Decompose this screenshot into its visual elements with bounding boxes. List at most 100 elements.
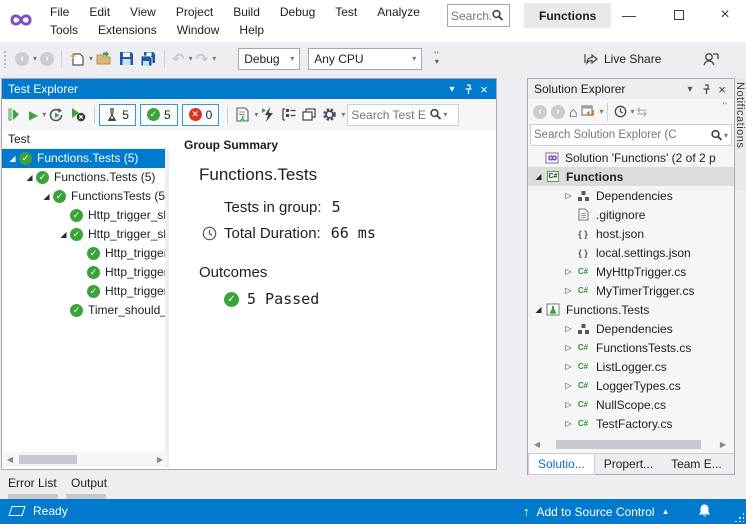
test-tree-row[interactable]: ✓Http_trigger_should_return_string [2, 282, 165, 301]
group-by-button[interactable] [279, 104, 298, 126]
test-tree-row[interactable]: ✓Http_trigger_should_return_string [2, 263, 165, 282]
solution-tree-hscrollbar[interactable]: ◀ ▶ [530, 437, 730, 452]
scroll-left-icon[interactable]: ◀ [3, 455, 17, 464]
test-search-box[interactable]: ▾ [347, 104, 459, 126]
test-tree-hscrollbar[interactable]: ◀ ▶ [3, 452, 167, 467]
solution-tree-row[interactable]: .gitignore [528, 205, 734, 224]
expander-expanded-icon[interactable]: ◢ [40, 187, 53, 206]
menu-item-build[interactable]: Build [223, 2, 270, 22]
run-failed-button[interactable] [259, 104, 277, 126]
solution-tree-row[interactable]: ▷Dependencies [528, 186, 734, 205]
expander-collapsed-icon[interactable]: ▷ [562, 381, 575, 390]
error-list-tab[interactable]: Error List [8, 476, 57, 490]
se-overflow-icon[interactable]: '' [723, 101, 728, 111]
menu-item-analyze[interactable]: Analyze [367, 2, 430, 22]
test-tree-row[interactable]: ✓Timer_should_log_message [2, 301, 165, 320]
test-tree-row[interactable]: ◢✓Http_trigger_should_return_string_from… [2, 225, 165, 244]
test-tree-row[interactable]: ◢✓Functions.Tests (5) [2, 149, 165, 168]
expander-expanded-icon[interactable]: ◢ [532, 172, 545, 181]
expander-expanded-icon[interactable]: ◢ [23, 168, 36, 187]
panel-tab-teame[interactable]: Team E... [662, 454, 731, 475]
test-tree-row[interactable]: ✓Http_trigger_should_return_known_string [2, 206, 165, 225]
window-position-icon[interactable]: ▾ [444, 84, 460, 95]
menu-item-tools[interactable]: Tools [40, 20, 88, 40]
redo-button[interactable]: ↷ [193, 48, 212, 70]
menu-item-project[interactable]: Project [166, 2, 223, 22]
expander-collapsed-icon[interactable]: ▷ [562, 286, 575, 295]
run-dropdown-icon[interactable]: ▾ [42, 110, 46, 119]
pin-icon[interactable] [698, 84, 714, 95]
expander-expanded-icon[interactable]: ◢ [57, 225, 70, 244]
scroll-thumb[interactable] [19, 455, 77, 464]
menu-item-view[interactable]: View [120, 2, 166, 22]
test-tree-row[interactable]: ✓Http_trigger_should_return_string [2, 244, 165, 263]
test-column-header[interactable]: Test [2, 130, 168, 149]
solution-tree-row[interactable]: ▷C#FunctionsTests.cs [528, 338, 734, 357]
test-search-input[interactable] [351, 108, 429, 122]
scroll-track[interactable] [544, 437, 716, 452]
run-all-tests-button[interactable] [6, 104, 25, 126]
solution-tree-row[interactable]: { }host.json [528, 224, 734, 243]
solution-search-box[interactable]: ▾ [530, 124, 732, 146]
menu-item-extensions[interactable]: Extensions [88, 20, 167, 40]
resize-grip[interactable] [734, 512, 744, 522]
minimize-button[interactable]: — [612, 2, 646, 28]
navigate-forward-button[interactable]: › [37, 48, 57, 70]
se-back-button[interactable]: ‹ [531, 101, 549, 123]
sync-with-active-document-button[interactable]: ⇆ [635, 101, 650, 123]
menu-item-window[interactable]: Window [167, 20, 230, 40]
quick-launch-search[interactable] [447, 4, 510, 27]
navigate-back-button[interactable]: ‹ [12, 48, 32, 70]
solution-tree-row[interactable]: ▷C#TestFactory.cs [528, 414, 734, 433]
quick-launch-input[interactable] [451, 9, 491, 23]
background-tasks-icon[interactable] [8, 506, 25, 516]
expander-collapsed-icon[interactable]: ▷ [562, 191, 575, 200]
solution-tree-row[interactable]: ◢Functions.Tests [528, 300, 734, 319]
toolbar-overflow-button[interactable]: '' ▾ [434, 53, 439, 65]
expander-collapsed-icon[interactable]: ▷ [562, 343, 575, 352]
expander-collapsed-icon[interactable]: ▷ [562, 400, 575, 409]
window-position-icon[interactable]: ▾ [682, 84, 698, 95]
notifications-bell-button[interactable] [697, 503, 712, 522]
open-file-button[interactable] [93, 48, 116, 70]
notifications-side-tab[interactable]: Notifications [735, 78, 746, 190]
menu-item-debug[interactable]: Debug [270, 2, 325, 22]
home-button[interactable]: ⌂ [567, 101, 579, 123]
solution-tree-row[interactable]: { }local.settings.json [528, 243, 734, 262]
solution-tree-row[interactable]: ◢C#Functions [528, 167, 734, 186]
menu-item-edit[interactable]: Edit [79, 2, 120, 22]
output-tab[interactable]: Output [71, 476, 107, 490]
expander-collapsed-icon[interactable]: ▷ [562, 324, 575, 333]
run-tests-button[interactable]: ▶ [27, 104, 40, 126]
scroll-track[interactable] [17, 452, 153, 467]
panel-tab-propert[interactable]: Propert... [595, 454, 662, 475]
panel-tab-solutio[interactable]: Solutio... [528, 454, 595, 475]
solution-tree-row[interactable]: ▷C#MyTimerTrigger.cs [528, 281, 734, 300]
cancel-run-button[interactable] [68, 104, 89, 126]
test-tree-row[interactable]: ◢✓Functions.Tests (5) [2, 168, 165, 187]
menu-item-test[interactable]: Test [325, 2, 367, 22]
scroll-right-icon[interactable]: ▶ [716, 440, 730, 449]
feedback-button[interactable] [702, 42, 719, 75]
solution-tree-row[interactable]: Solution 'Functions' (2 of 2 p [528, 148, 734, 167]
failed-tests-filter[interactable]: ✕ 0 [182, 104, 220, 126]
test-tree-row[interactable]: ◢✓FunctionsTests (5) [2, 187, 165, 206]
solution-tree-row[interactable]: ▷Dependencies [528, 319, 734, 338]
solution-platform-combo[interactable]: Any CPU ▾ [308, 48, 422, 70]
add-to-source-control-button[interactable]: ↑ Add to Source Control ▲ [523, 504, 670, 519]
solution-tree-row[interactable]: ▷C#ListLogger.cs [528, 357, 734, 376]
playlist-button[interactable] [233, 104, 252, 126]
search-dropdown-icon[interactable]: ▾ [724, 131, 728, 140]
switch-views-dropdown-icon[interactable]: ▾ [599, 107, 603, 116]
expander-collapsed-icon[interactable]: ▷ [562, 267, 575, 276]
live-share-button[interactable]: Live Share [583, 42, 661, 75]
close-button[interactable]: × [708, 2, 742, 28]
solution-tree-row[interactable]: ▷C#MyHttpTrigger.cs [528, 262, 734, 281]
pin-icon[interactable] [460, 84, 476, 95]
save-all-button[interactable] [137, 48, 160, 70]
solution-tree-row[interactable]: ▷C#LoggerTypes.cs [528, 376, 734, 395]
expander-collapsed-icon[interactable]: ▷ [562, 419, 575, 428]
playlist-dropdown-icon[interactable]: ▾ [254, 110, 258, 119]
total-tests-filter[interactable]: 5 [99, 104, 136, 126]
expander-collapsed-icon[interactable]: ▷ [562, 362, 575, 371]
